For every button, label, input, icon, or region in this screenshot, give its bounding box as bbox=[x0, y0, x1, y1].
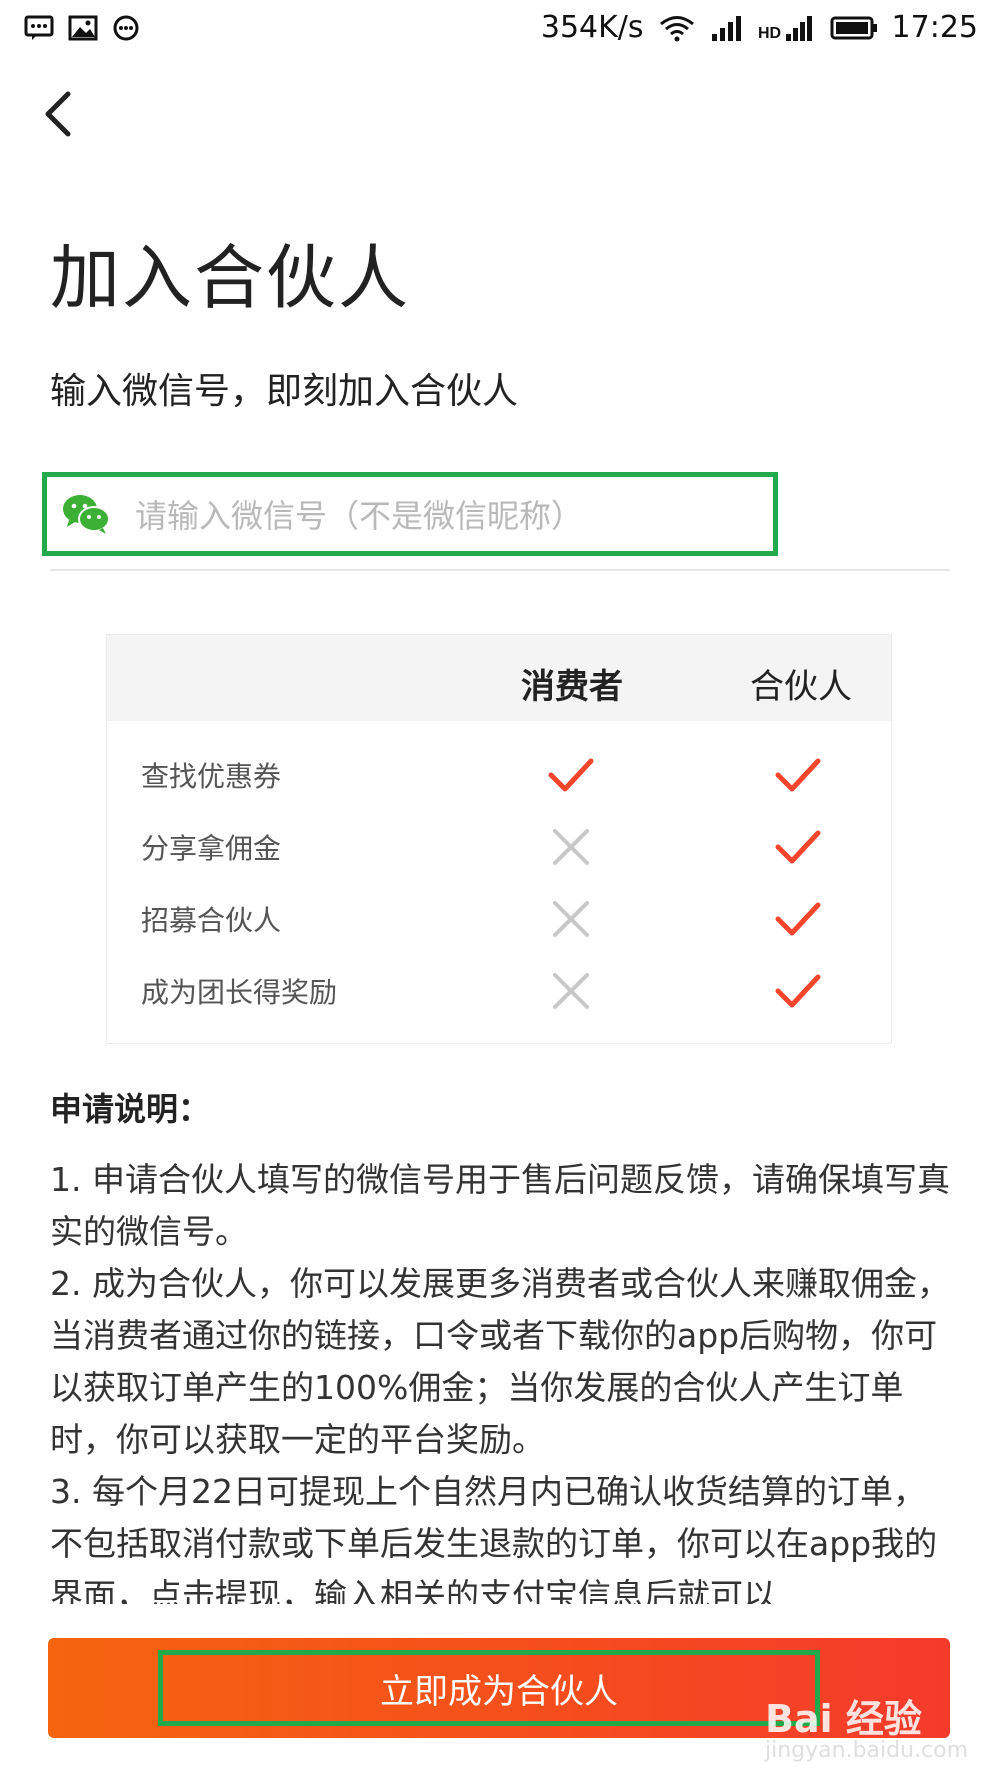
check-icon bbox=[775, 902, 821, 936]
wechat-id-input[interactable] bbox=[133, 485, 757, 547]
note-item: 1. 申请合伙人填写的微信号用于售后问题反馈，请确保填写真实的微信号。 bbox=[50, 1160, 950, 1251]
column-consumer: 消费者 bbox=[521, 667, 623, 707]
status-bar: 354K/s HD 17:25 bbox=[0, 0, 1000, 60]
table-header: 消费者 合伙人 bbox=[107, 635, 891, 721]
more-circle-icon bbox=[112, 14, 140, 42]
signal-icon bbox=[710, 14, 744, 42]
table-row: 成为团长得奖励 bbox=[107, 955, 891, 1027]
message-icon bbox=[24, 15, 54, 41]
wechat-icon bbox=[61, 493, 111, 535]
page-title: 加入合伙人 bbox=[50, 237, 410, 319]
row-label: 招募合伙人 bbox=[141, 904, 282, 937]
hd-label: HD bbox=[758, 25, 781, 42]
row-label: 成为团长得奖励 bbox=[141, 976, 338, 1009]
wifi-icon bbox=[658, 14, 696, 42]
baidu-jingyan-watermark: Bai 经验 jingyan.baidu.com bbox=[765, 1668, 975, 1768]
check-icon bbox=[548, 758, 594, 792]
wechat-id-field[interactable] bbox=[42, 472, 778, 556]
check-icon bbox=[775, 758, 821, 792]
cross-icon bbox=[553, 829, 589, 865]
chevron-left-icon bbox=[45, 91, 71, 137]
watermark-url: jingyan.baidu.com bbox=[765, 1738, 969, 1763]
table-row: 分享拿佣金 bbox=[107, 811, 891, 883]
input-divider bbox=[50, 569, 950, 571]
image-icon bbox=[68, 15, 98, 41]
note-item: 2. 成为合伙人，你可以发展更多消费者或合伙人来赚取佣金，当消费者通过你的链接，… bbox=[50, 1264, 950, 1459]
check-icon bbox=[775, 830, 821, 864]
clock: 17:25 bbox=[891, 10, 978, 45]
benefits-comparison-table: 消费者 合伙人 查找优惠券 分享拿佣金 招募合伙人 成为团长得奖励 bbox=[106, 634, 892, 1044]
application-notes: 1. 申请合伙人填写的微信号用于售后问题反馈，请确保填写真实的微信号。 2. 成… bbox=[50, 1154, 950, 1604]
note-item: 3. 每个月22日可提现上个自然月内已确认收货结算的订单，不包括取消付款或下单后… bbox=[50, 1472, 938, 1604]
battery-icon bbox=[830, 15, 878, 41]
table-row: 招募合伙人 bbox=[107, 883, 891, 955]
back-button[interactable] bbox=[38, 88, 82, 140]
hd-signal-icon: HD bbox=[758, 14, 816, 42]
table-row: 查找优惠券 bbox=[107, 739, 891, 811]
row-label: 分享拿佣金 bbox=[141, 832, 282, 865]
row-label: 查找优惠券 bbox=[141, 760, 282, 793]
cross-icon bbox=[553, 901, 589, 937]
column-partner: 合伙人 bbox=[750, 667, 852, 707]
network-speed: 354K/s bbox=[540, 10, 644, 45]
watermark-brand: Bai 经验 bbox=[765, 1697, 922, 1741]
check-icon bbox=[775, 974, 821, 1008]
notes-title: 申请说明： bbox=[50, 1090, 211, 1128]
page-subtitle: 输入微信号，即刻加入合伙人 bbox=[50, 371, 519, 412]
cross-icon bbox=[553, 973, 589, 1009]
